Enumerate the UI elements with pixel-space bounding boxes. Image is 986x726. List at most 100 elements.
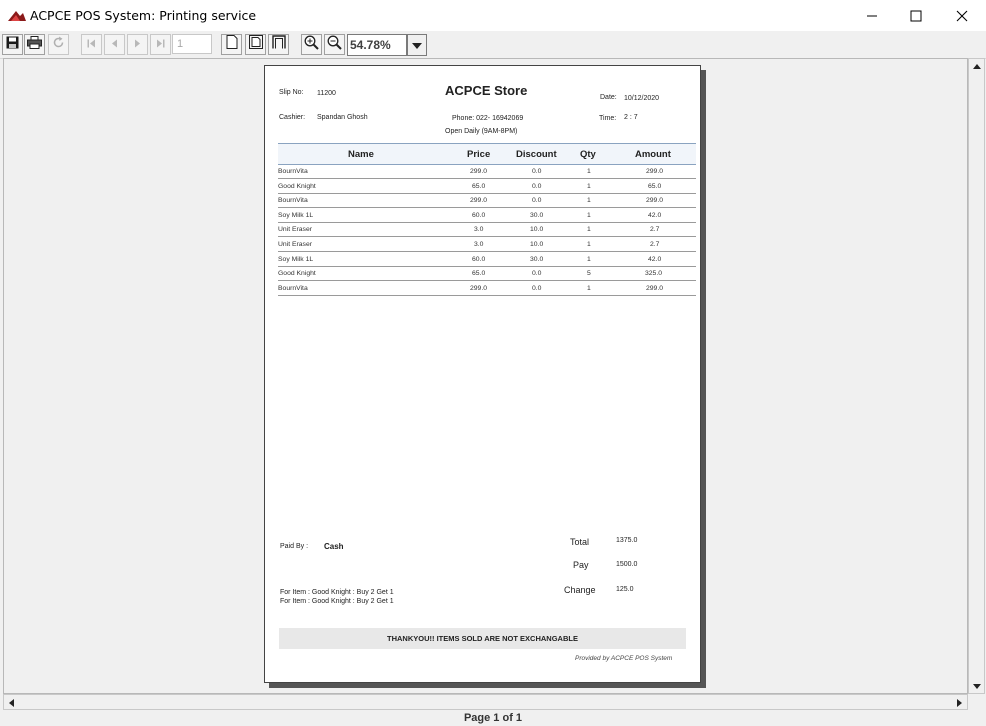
first-page-icon — [86, 36, 97, 54]
first-page-button[interactable] — [81, 34, 102, 55]
save-button[interactable] — [2, 34, 23, 55]
item-amount: 65.0 — [648, 183, 662, 190]
status-bar: Page 1 of 1 — [0, 710, 986, 726]
fit-page-button[interactable] — [245, 34, 266, 55]
scroll-down-icon[interactable] — [969, 679, 984, 694]
cashier-name: Spandan Ghosh — [317, 114, 368, 121]
maximize-button[interactable] — [893, 0, 939, 31]
item-qty: 1 — [587, 226, 591, 233]
last-page-button[interactable] — [150, 34, 171, 55]
item-qty: 1 — [587, 197, 591, 204]
item-price: 299.0 — [470, 285, 488, 292]
time-label: Time: — [599, 115, 617, 122]
item-amount: 2.7 — [650, 226, 660, 233]
next-page-icon — [132, 36, 143, 54]
item-name: Unit Eraser — [278, 241, 312, 248]
item-discount: 10.0 — [530, 241, 544, 248]
item-amount: 299.0 — [646, 168, 664, 175]
time-value: 2 : 7 — [624, 114, 638, 121]
table-row: Soy Milk 1L 60.0 30.0 1 42.0 — [278, 209, 696, 223]
column-header-amount: Amount — [635, 149, 671, 160]
vertical-scrollbar[interactable] — [968, 58, 985, 694]
fit-page-icon — [248, 35, 263, 54]
zoom-level-input[interactable]: 54.78% — [347, 34, 407, 56]
app-logo-icon — [8, 9, 26, 21]
item-discount: 0.0 — [532, 168, 542, 175]
item-name: Good Knight — [278, 183, 316, 190]
change-value: 125.0 — [616, 586, 634, 593]
thank-you-banner: THANKYOU!! ITEMS SOLD ARE NOT EXCHANGABL… — [279, 628, 686, 649]
column-header-discount: Discount — [516, 149, 557, 160]
provided-by-note: Provided by ACPCE POS System — [575, 655, 673, 662]
reload-button[interactable] — [48, 34, 69, 55]
item-qty: 5 — [587, 270, 591, 277]
fit-width-button[interactable] — [268, 34, 289, 55]
previous-page-icon — [109, 36, 120, 54]
table-row: Good Knight 65.0 0.0 5 325.0 — [278, 267, 696, 281]
table-row: BournVita 299.0 0.0 1 299.0 — [278, 165, 696, 179]
zoom-in-icon — [304, 35, 319, 55]
slip-label: Slip No: — [279, 89, 304, 96]
item-amount: 2.7 — [650, 241, 660, 248]
scroll-right-icon[interactable] — [952, 695, 967, 710]
zoom-out-icon — [327, 35, 342, 55]
page-icon — [226, 35, 238, 54]
chevron-down-icon — [412, 36, 422, 54]
table-row: Good Knight 65.0 0.0 1 65.0 — [278, 180, 696, 194]
item-discount: 0.0 — [532, 197, 542, 204]
item-amount: 42.0 — [648, 256, 662, 263]
table-row: BournVita 299.0 0.0 1 299.0 — [278, 194, 696, 208]
items-table-header: Name Price Discount Qty Amount — [278, 143, 696, 165]
item-qty: 1 — [587, 183, 591, 190]
refresh-icon — [52, 36, 65, 54]
zoom-out-button[interactable] — [324, 34, 345, 55]
title-bar: ACPCE POS System: Printing service — [0, 0, 986, 31]
item-price: 3.0 — [474, 226, 484, 233]
table-row: Unit Eraser 3.0 10.0 1 2.7 — [278, 238, 696, 252]
item-discount: 30.0 — [530, 212, 544, 219]
horizontal-scrollbar[interactable] — [3, 694, 968, 710]
item-name: BournVita — [278, 285, 308, 292]
column-header-name: Name — [348, 149, 374, 160]
scroll-left-icon[interactable] — [4, 695, 19, 710]
close-button[interactable] — [939, 0, 985, 31]
table-row: BournVita 299.0 0.0 1 299.0 — [278, 282, 696, 296]
scroll-up-icon[interactable] — [969, 59, 984, 74]
paid-by-value: Cash — [324, 542, 344, 551]
item-amount: 325.0 — [645, 270, 663, 277]
actual-size-button[interactable] — [221, 34, 242, 55]
offer-line: For Item : Good Knight : Buy 2 Get 1 — [280, 589, 394, 596]
fit-width-icon — [271, 35, 286, 54]
item-qty: 1 — [587, 212, 591, 219]
store-name: ACPCE Store — [445, 83, 528, 98]
item-discount: 0.0 — [532, 270, 542, 277]
item-qty: 1 — [587, 168, 591, 175]
page-number-input[interactable]: 1 — [172, 34, 212, 54]
slip-number: 11200 — [317, 90, 336, 97]
print-button[interactable] — [24, 34, 45, 55]
paid-by-label: Paid By : — [280, 543, 309, 550]
column-header-qty: Qty — [580, 149, 596, 160]
page-status: Page 1 of 1 — [463, 712, 523, 724]
cashier-label: Cashier: — [279, 114, 306, 121]
item-qty: 1 — [587, 256, 591, 263]
zoom-dropdown-button[interactable] — [407, 34, 427, 56]
item-price: 60.0 — [472, 256, 486, 263]
item-qty: 1 — [587, 241, 591, 248]
previous-page-button[interactable] — [104, 34, 125, 55]
last-page-icon — [155, 36, 166, 54]
column-header-price: Price — [467, 149, 491, 160]
minimize-button[interactable] — [849, 0, 895, 31]
zoom-in-button[interactable] — [301, 34, 322, 55]
change-label: Change — [564, 585, 596, 595]
item-price: 299.0 — [470, 197, 488, 204]
toolbar — [0, 31, 986, 59]
item-price: 65.0 — [472, 270, 486, 277]
item-name: BournVita — [278, 197, 308, 204]
next-page-button[interactable] — [127, 34, 148, 55]
total-value: 1375.0 — [616, 537, 638, 544]
printer-icon — [27, 35, 42, 54]
item-name: BournVita — [278, 168, 308, 175]
window-title: ACPCE POS System: Printing service — [30, 8, 257, 23]
item-amount: 299.0 — [646, 285, 664, 292]
